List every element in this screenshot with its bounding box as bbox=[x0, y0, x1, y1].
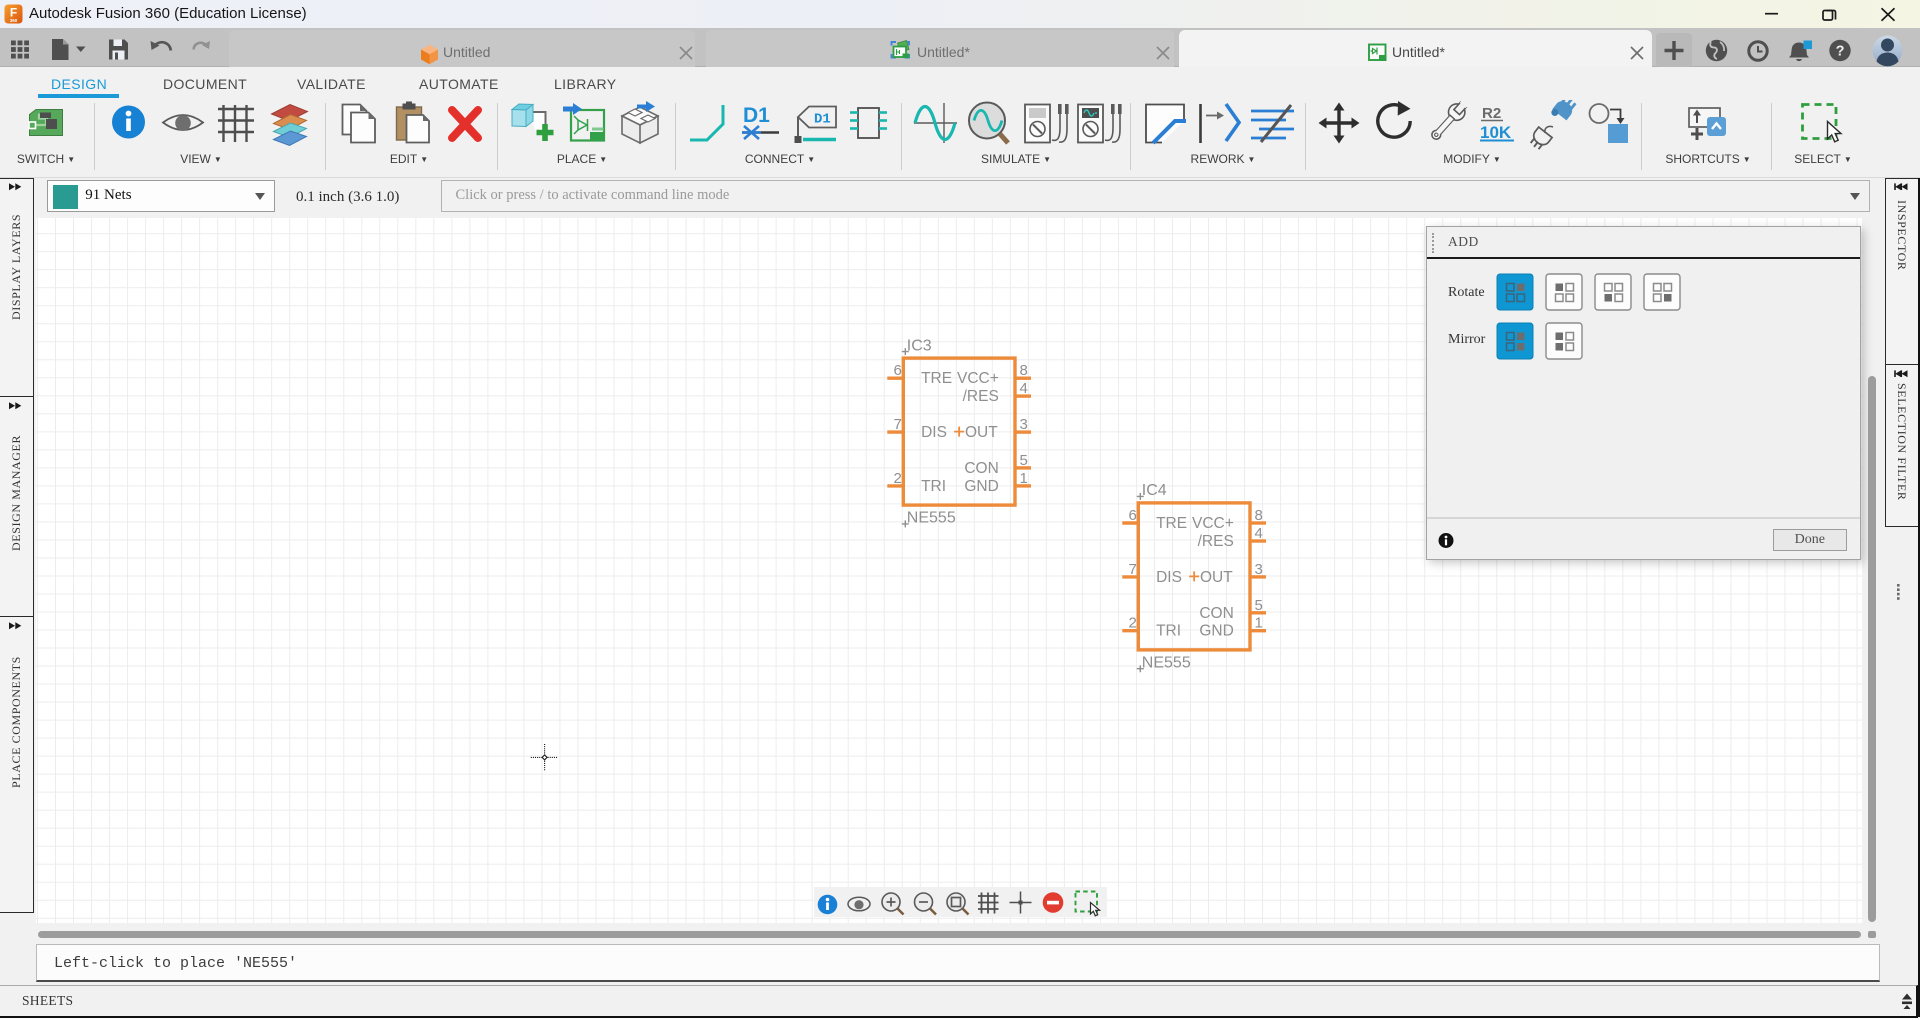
svg-text:8: 8 bbox=[1255, 507, 1263, 524]
svg-text:1: 1 bbox=[1255, 615, 1263, 632]
svg-text:5: 5 bbox=[1255, 597, 1263, 614]
svg-text:7: 7 bbox=[893, 416, 901, 433]
svg-text:1: 1 bbox=[1020, 470, 1028, 487]
svg-text:6: 6 bbox=[893, 362, 901, 379]
svg-text:DIS: DIS bbox=[921, 424, 947, 441]
svg-text:3: 3 bbox=[1255, 561, 1263, 578]
svg-text:TRI: TRI bbox=[1156, 623, 1181, 640]
svg-text:TRE: TRE bbox=[1156, 515, 1187, 532]
svg-text:OUT: OUT bbox=[965, 424, 998, 441]
svg-text:NE555: NE555 bbox=[1142, 654, 1191, 671]
svg-text:7: 7 bbox=[1128, 561, 1136, 578]
svg-text:CON: CON bbox=[964, 460, 998, 477]
svg-text:3: 3 bbox=[1020, 416, 1028, 433]
svg-text:/RES: /RES bbox=[963, 388, 999, 405]
svg-text:TRI: TRI bbox=[921, 478, 946, 495]
svg-text:4: 4 bbox=[1255, 525, 1263, 542]
svg-text:2: 2 bbox=[893, 470, 901, 487]
svg-text:4: 4 bbox=[1020, 380, 1028, 397]
svg-text:CON: CON bbox=[1199, 605, 1233, 622]
svg-text:2: 2 bbox=[1128, 615, 1136, 632]
svg-text:OUT: OUT bbox=[1200, 569, 1233, 586]
svg-text:NE555: NE555 bbox=[907, 510, 956, 527]
svg-text:DIS: DIS bbox=[1156, 569, 1182, 586]
svg-text:IC4: IC4 bbox=[1142, 482, 1167, 499]
svg-text:GND: GND bbox=[964, 478, 998, 495]
svg-text:VCC+: VCC+ bbox=[957, 370, 999, 387]
svg-text:VCC+: VCC+ bbox=[1192, 515, 1234, 532]
svg-text:8: 8 bbox=[1020, 362, 1028, 379]
svg-text:GND: GND bbox=[1199, 623, 1233, 640]
svg-text:IC3: IC3 bbox=[907, 337, 932, 354]
svg-text:/RES: /RES bbox=[1198, 533, 1234, 550]
svg-text:TRE: TRE bbox=[921, 370, 952, 387]
svg-text:6: 6 bbox=[1128, 507, 1136, 524]
svg-text:5: 5 bbox=[1020, 452, 1028, 469]
